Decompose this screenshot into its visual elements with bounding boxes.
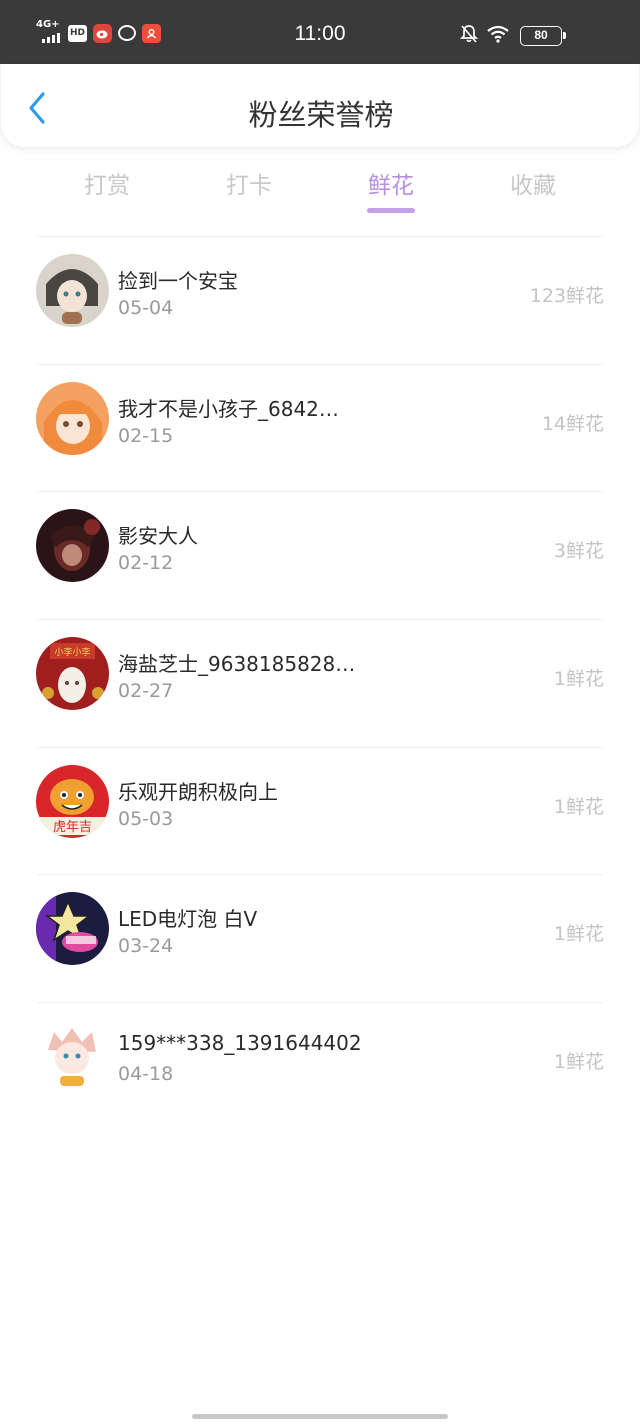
avatar-5-icon[interactable]: 虎年吉	[36, 764, 109, 838]
status-icons-right	[460, 24, 510, 44]
fan-name: 159***338_1391644402	[118, 1031, 362, 1056]
avatar-2-icon[interactable]	[36, 381, 109, 455]
nav-header: 粉丝荣誉榜	[0, 64, 640, 148]
fan-name: 海盐芝士_9638185828…	[118, 652, 356, 677]
list-item[interactable]: LED电灯泡 白V 03-24 1鲜花	[36, 874, 604, 1002]
avatar-4-icon[interactable]: 小李小李	[36, 637, 109, 711]
tab-favorites[interactable]: 收藏	[478, 166, 588, 200]
avatar-6-icon[interactable]	[36, 892, 109, 966]
battery-indicator: 80	[520, 26, 566, 46]
page-title: 粉丝荣誉榜	[248, 98, 394, 132]
avatar-3-icon[interactable]	[36, 509, 109, 583]
mute-bell-icon	[460, 25, 478, 43]
flower-count: 1鲜花	[553, 1051, 604, 1074]
tab-bar: 打赏 打卡 鲜花 收藏	[0, 160, 640, 216]
fan-name: 乐观开朗积极向上	[118, 779, 278, 804]
active-tab-indicator	[367, 208, 415, 213]
avatar-1-icon[interactable]	[36, 254, 109, 327]
flower-count: 3鲜花	[553, 540, 604, 563]
list-item[interactable]: 影安大人 02-12 3鲜花	[36, 491, 604, 619]
fan-date: 04-18	[118, 1063, 174, 1086]
fan-date: 02-27	[118, 680, 174, 703]
fan-name: LED电灯泡 白V	[118, 907, 258, 932]
fan-date: 05-04	[118, 297, 174, 319]
tab-flowers[interactable]: 鲜花	[336, 166, 446, 200]
list-item[interactable]: 159***338_1391644402 04-18 1鲜花	[36, 1002, 604, 1130]
flower-count: 1鲜花	[553, 795, 604, 818]
status-bar: 4G+ HD 11:00 80	[0, 0, 640, 64]
tab-checkin[interactable]: 打卡	[194, 166, 304, 200]
svg-text:虎年吉: 虎年吉	[53, 820, 92, 835]
wifi-icon	[487, 25, 509, 43]
fan-date: 03-24	[118, 935, 174, 958]
fan-date: 02-12	[118, 552, 174, 575]
list-item[interactable]: 虎年吉 乐观开朗积极向上 05-03 1鲜花	[36, 746, 604, 875]
home-indicator[interactable]	[192, 1414, 448, 1419]
fan-date: 05-03	[118, 807, 174, 830]
fan-date: 02-15	[118, 424, 174, 447]
list-item[interactable]: 捡到一个安宝 05-04 123鲜花	[36, 236, 604, 364]
avatar-7-icon[interactable]	[36, 1020, 109, 1094]
tab-tip[interactable]: 打赏	[52, 166, 162, 200]
fan-ranking-list: 捡到一个安宝 05-04 123鲜花 我才不是小孩子_6842… 02-15 1…	[0, 236, 640, 1130]
flower-count: 123鲜花	[529, 285, 604, 307]
flower-count: 1鲜花	[553, 923, 604, 946]
list-item[interactable]: 小李小李 海盐芝士_9638185828… 02-27 1鲜花	[36, 619, 604, 747]
flower-count: 1鲜花	[553, 668, 604, 691]
list-item[interactable]: 我才不是小孩子_6842… 02-15 14鲜花	[36, 363, 604, 492]
fan-name: 我才不是小孩子_6842…	[118, 396, 339, 421]
fan-name: 捡到一个安宝	[118, 269, 238, 293]
fan-name: 影安大人	[118, 524, 198, 549]
flower-count: 14鲜花	[541, 412, 604, 435]
svg-text:小李小李: 小李小李	[54, 646, 90, 658]
